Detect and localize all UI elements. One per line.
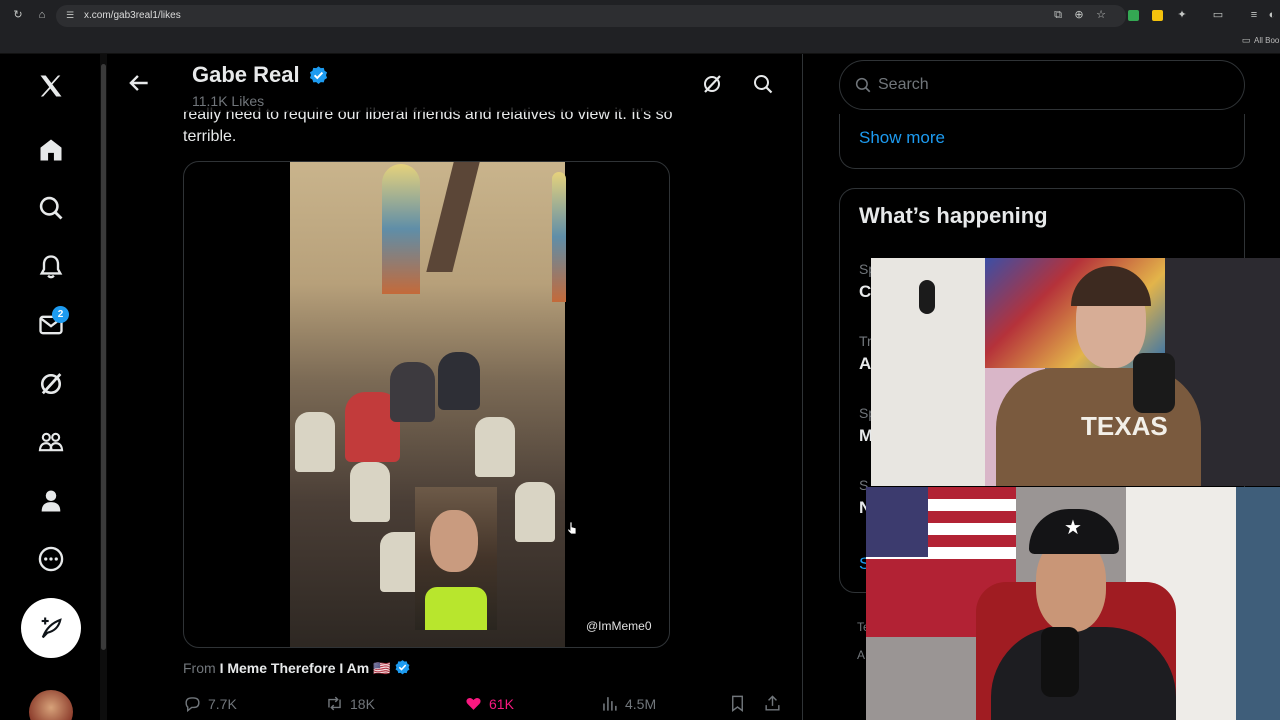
- repost-count: 18K: [350, 695, 375, 712]
- search-placeholder: Search: [878, 76, 929, 93]
- video-frame[interactable]: @ImMeme0: [290, 162, 652, 647]
- grok-header-icon[interactable]: [700, 72, 724, 96]
- reading-list-icon[interactable]: ≡: [1248, 9, 1260, 21]
- views-bars-icon: [603, 697, 617, 711]
- microphone-bottom: [1041, 627, 1079, 697]
- home-browser-icon[interactable]: ⌂: [36, 9, 48, 21]
- more-circle-icon[interactable]: [33, 541, 69, 577]
- tweet-text-line-2: terrible.: [183, 128, 237, 145]
- messages-badge: 2: [52, 306, 69, 323]
- bookmark-button[interactable]: [728, 694, 747, 713]
- door-hook: [919, 280, 935, 314]
- black-shirt: [991, 627, 1176, 720]
- trend-title-fragment[interactable]: C: [859, 282, 871, 302]
- notifications-bell-icon[interactable]: [33, 249, 69, 285]
- person-dark: [438, 352, 480, 410]
- stained-glass-window-right: [552, 172, 566, 302]
- views-count: 4.5M: [625, 695, 657, 712]
- extension-yellow-icon[interactable]: [1152, 10, 1163, 21]
- trend-title-fragment[interactable]: A: [859, 354, 871, 374]
- explore-search-icon[interactable]: [33, 190, 69, 226]
- whats-happening-title: What’s happening: [859, 203, 1048, 228]
- grok-icon[interactable]: [33, 366, 69, 402]
- flag-canton: [866, 487, 928, 557]
- communities-icon[interactable]: [33, 424, 69, 460]
- streamer-webcam-bottom: ★: [866, 487, 1280, 720]
- url-text: x.com/gab3real1/likes: [84, 10, 181, 21]
- show-more-link[interactable]: Show more: [859, 128, 945, 148]
- screen: ↻ ⌂ ☰ x.com/gab3real1/likes ⧉ ⊕ ☆ ✦ ▭ ≡ …: [0, 0, 1280, 720]
- x-logo-icon[interactable]: [33, 68, 69, 104]
- reaction-face: [430, 510, 478, 572]
- bookmark-icon: [732, 695, 743, 713]
- reply-button[interactable]: 7.7K: [183, 694, 237, 713]
- profile-chrome-icon[interactable]: ◐: [1266, 9, 1278, 21]
- verified-badge-icon: [308, 65, 329, 86]
- profile-name: Gabe Real: [192, 62, 300, 87]
- repost-arrows-icon: [328, 696, 341, 711]
- likes-count: 11.1K Likes: [192, 93, 265, 109]
- pew-chair: [475, 417, 515, 477]
- header-search-icon[interactable]: [751, 72, 775, 96]
- from-verified-icon: [395, 660, 410, 675]
- install-app-icon[interactable]: ⧉: [1052, 9, 1064, 21]
- zoom-icon[interactable]: ⊕: [1073, 9, 1085, 21]
- wall-poster-bottom: [1236, 487, 1280, 720]
- microphone-top: [1133, 353, 1175, 413]
- footer-link-fragment[interactable]: A: [857, 648, 865, 662]
- reply-count: 7.7K: [208, 695, 237, 712]
- bookmark-star-icon[interactable]: ☆: [1095, 9, 1107, 21]
- home-icon[interactable]: [33, 132, 69, 168]
- reload-icon[interactable]: ↻: [12, 9, 24, 21]
- cap-logo: ★: [1064, 517, 1082, 539]
- all-bookmarks-label[interactable]: All Boo: [1254, 36, 1279, 45]
- search-input[interactable]: Search: [839, 60, 1245, 110]
- pew-chair: [515, 482, 555, 542]
- address-bar[interactable]: [56, 5, 1126, 27]
- extensions-puzzle-icon[interactable]: ✦: [1176, 9, 1188, 21]
- views-button[interactable]: 4.5M: [600, 694, 656, 713]
- heart-filled-icon: [466, 697, 481, 710]
- tweet-actions: 7.7K 18K 61K 4.5M: [183, 694, 793, 718]
- profile-person-icon[interactable]: [33, 483, 69, 519]
- from-flag: 🇺🇸: [373, 660, 391, 676]
- reply-bubble-icon: [185, 697, 200, 713]
- previous-card: Show more: [839, 114, 1245, 169]
- feather-plus-icon: [41, 617, 62, 639]
- pew-chair: [295, 412, 335, 472]
- post-button[interactable]: [21, 598, 81, 658]
- hand-cursor-icon: [567, 521, 577, 535]
- from-account-link[interactable]: I Meme Therefore I Am: [220, 660, 370, 676]
- from-attribution: From I Meme Therefore I Am 🇺🇸: [183, 659, 411, 677]
- video-watermark: @ImMeme0: [586, 619, 652, 633]
- profile-header: Gabe Real 11.1K Likes: [108, 54, 802, 112]
- site-settings-icon[interactable]: ☰: [64, 9, 76, 21]
- search-icon: [855, 77, 871, 93]
- tweet-media[interactable]: @ImMeme0: [183, 161, 670, 648]
- main-column: really need to require our liberal frien…: [108, 54, 803, 720]
- hi-vis-vest: [425, 587, 487, 630]
- extension-green-icon[interactable]: [1128, 10, 1139, 21]
- church-beam: [426, 162, 480, 272]
- share-upload-icon: [765, 695, 780, 711]
- share-button[interactable]: [763, 694, 782, 713]
- tab-search-icon[interactable]: ▭: [1212, 9, 1224, 21]
- pew-chair: [350, 462, 390, 522]
- streamer-webcam-top: TEXAS: [871, 258, 1280, 486]
- bookmarks-folder-icon: ▭: [1241, 35, 1251, 45]
- from-prefix: From: [183, 660, 216, 676]
- scrollbar-thumb[interactable]: [101, 64, 106, 650]
- person-dark: [390, 362, 435, 422]
- repost-button[interactable]: 18K: [325, 694, 375, 713]
- stained-glass-window: [382, 164, 420, 294]
- like-count: 61K: [489, 695, 514, 712]
- sweatshirt-lettering: TEXAS: [1081, 411, 1168, 441]
- browser-chrome: ↻ ⌂ ☰ x.com/gab3real1/likes ⧉ ⊕ ☆ ✦ ▭ ≡ …: [0, 0, 1280, 54]
- like-button[interactable]: 61K: [464, 694, 514, 713]
- back-arrow-icon[interactable]: [126, 70, 152, 96]
- trend-context-fragment: Tr: [859, 333, 872, 349]
